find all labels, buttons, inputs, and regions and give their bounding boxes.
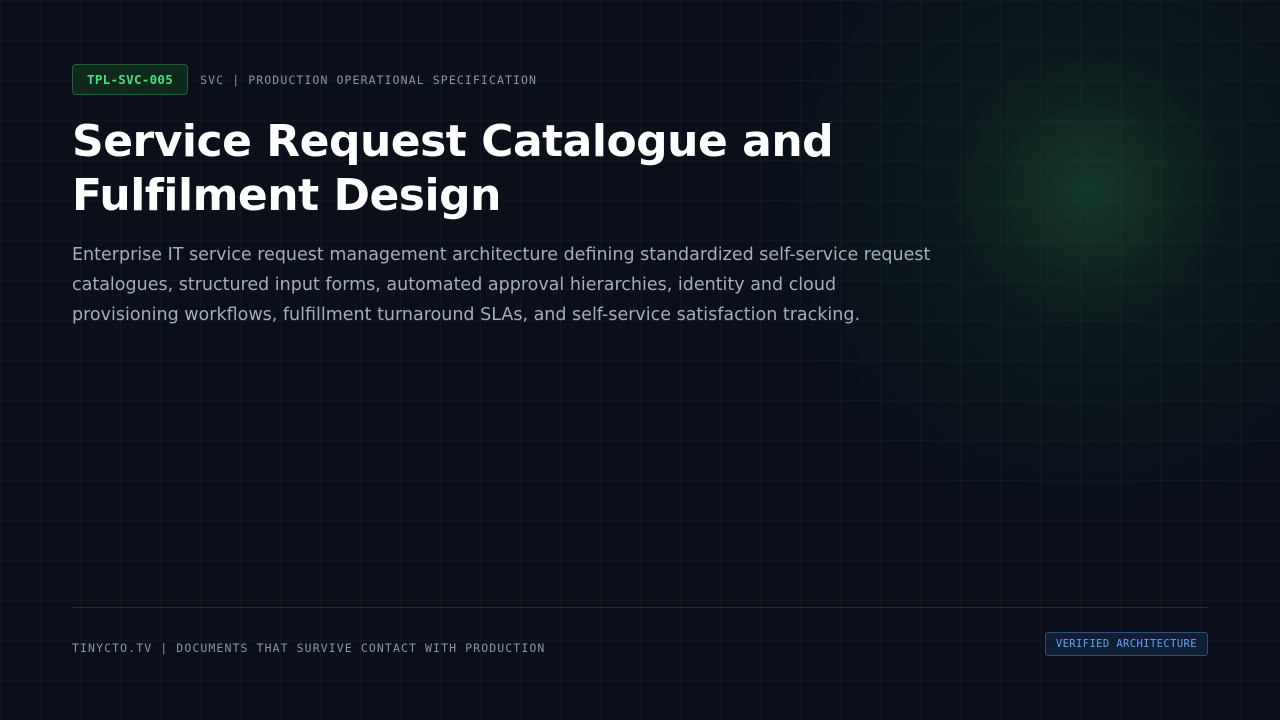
page-description: Enterprise IT service request management…	[72, 245, 931, 325]
footer-divider	[72, 607, 1208, 608]
spec-label: SVC | PRODUCTION OPERATIONAL SPECIFICATI…	[200, 72, 538, 87]
page-title: Service Request Catalogue and Fulfilment…	[72, 116, 834, 221]
verified-architecture-badge: VERIFIED ARCHITECTURE	[1044, 632, 1208, 656]
template-id-badge: TPL-SVC-005	[72, 64, 189, 95]
header-row: TPL-SVC-005 SVC | PRODUCTION OPERATIONAL…	[72, 64, 537, 95]
footer-tagline: TINYCTO.TV | DOCUMENTS THAT SURVIVE CONT…	[72, 641, 546, 655]
